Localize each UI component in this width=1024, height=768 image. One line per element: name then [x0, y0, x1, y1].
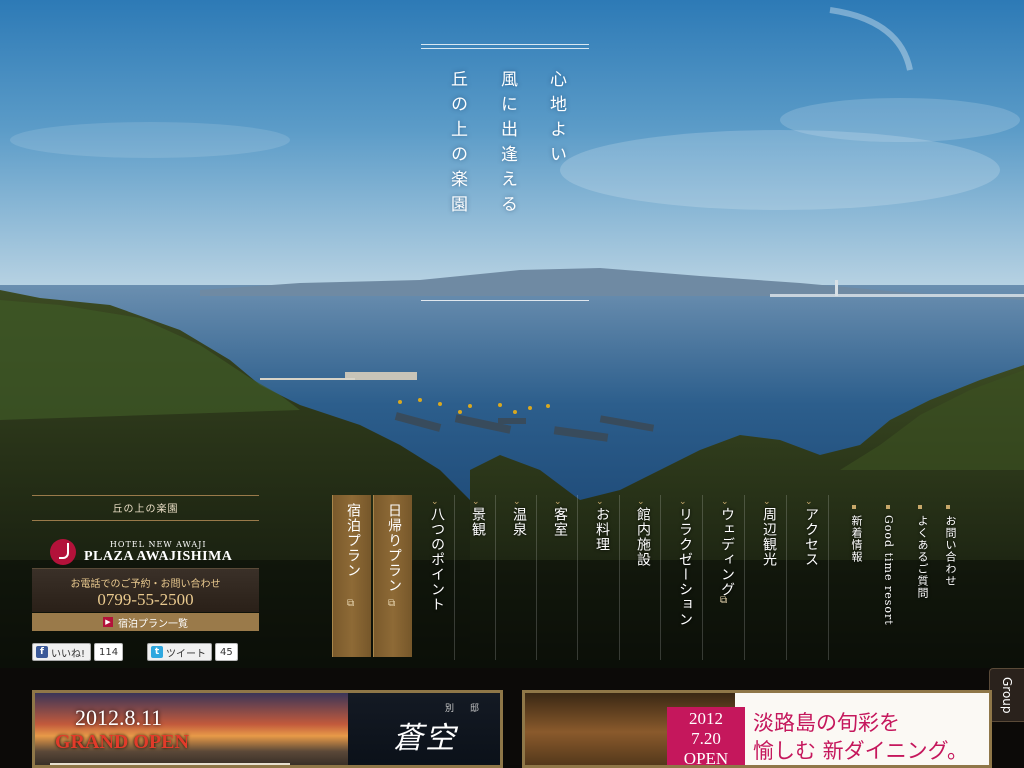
ribbon-year: 2012 [689, 709, 723, 728]
nav-eight-points-label: 八つのポイント [429, 507, 445, 612]
nav-divider [577, 495, 578, 660]
banner-caption-bar [50, 763, 290, 765]
nav-scenery-label: 景観 [470, 507, 486, 537]
hotel-logo-block[interactable]: 丘の上の楽園 HOTEL NEW AWAJI PLAZA AWAJISHIMA [32, 495, 259, 573]
nav-day-plans[interactable]: 日帰りプラン ⧉ [373, 495, 412, 657]
tweet-label: ツイート [166, 648, 206, 660]
ribbon-date: 7.20 [691, 729, 721, 748]
plans-list-link[interactable]: ▶ 宿泊プラン一覧 [32, 613, 259, 631]
tagline-line-1: 心地よい [546, 70, 566, 170]
open-date-ribbon: 2012 7.20 OPEN [667, 707, 745, 768]
chevron-down-icon: ⌄ [805, 497, 813, 507]
ribbon-open: OPEN [683, 749, 729, 768]
nav-relaxation-label: リラクゼーション [677, 507, 693, 627]
tagline-rule-top [421, 44, 589, 45]
logo-sub-2: 邸 [470, 704, 480, 714]
nav-divider [536, 495, 537, 660]
logo-soku: 蒼空 [393, 721, 457, 756]
nav-facilities-label: 館内施設 [635, 507, 651, 567]
tweet-button[interactable]: t ツイート [147, 643, 212, 661]
nav-day-plans-label: 日帰りプラン [386, 503, 402, 593]
chevron-down-icon: ⌄ [472, 497, 480, 507]
chevron-down-icon: ⌄ [554, 497, 562, 507]
nav-stay-plans-label: 宿泊プラン [345, 503, 361, 578]
nav-divider [744, 495, 745, 660]
banner-new-dining[interactable]: 2012 7.20 OPEN 淡路島の旬彩を 愉しむ 新ダイニング。 [522, 690, 992, 768]
nav-stay-plans[interactable]: 宿泊プラン ⧉ [332, 495, 371, 657]
arrow-right-icon: ▶ [103, 617, 113, 627]
nav-divider [454, 495, 455, 660]
nav-divider [786, 495, 787, 660]
side-link-news-label: 新着情報 [850, 515, 863, 563]
nav-access-label: アクセス [803, 507, 819, 567]
logo-caption: 丘の上の楽園 [112, 504, 179, 515]
bullet-icon [852, 505, 856, 509]
tagline-line-3: 丘の上の楽園 [447, 70, 467, 220]
nav-cuisine[interactable]: ⌄ お料理 [580, 495, 620, 660]
nav-cuisine-label: お料理 [594, 507, 610, 552]
group-tab[interactable]: Group [989, 668, 1024, 722]
nav-wedding[interactable]: ⌄ ウェディング ⧉ [705, 495, 745, 660]
nav-divider [828, 495, 829, 660]
nav-facilities[interactable]: ⌄ 館内施設 [621, 495, 661, 660]
external-link-icon: ⧉ [347, 598, 355, 609]
facebook-icon: f [36, 646, 48, 658]
banner-headline-2: 愉しむ 新ダイニング。 [753, 739, 968, 763]
nav-access[interactable]: ⌄ アクセス [789, 495, 829, 660]
phone-label: お電話でのご予約・お問い合わせ [70, 579, 221, 590]
chevron-down-icon: ⌄ [637, 497, 645, 507]
nav-sightseeing[interactable]: ⌄ 周辺観光 [747, 495, 787, 660]
nav-rooms[interactable]: ⌄ 客室 [538, 495, 578, 660]
nav-scenery[interactable]: ⌄ 景観 [456, 495, 496, 660]
facebook-like[interactable]: f いいね! 114 [32, 642, 124, 662]
tagline-rule-bottom [421, 300, 589, 301]
bullet-icon [918, 505, 922, 509]
soku-logo: 別 邸 蒼空 [348, 693, 500, 765]
nav-divider [495, 495, 496, 660]
chevron-down-icon: ⌄ [763, 497, 771, 507]
chevron-down-icon: ⌄ [431, 497, 439, 507]
nav-wedding-label: ウェディング [719, 507, 735, 597]
hotel-logo-icon [50, 539, 76, 565]
banner-grand-open-text: GRAND OPEN [55, 731, 189, 753]
chevron-down-icon: ⌄ [596, 497, 604, 507]
tweet-count: 45 [215, 643, 238, 661]
nav-relaxation[interactable]: ⌄ リラクゼーション [663, 495, 703, 660]
nav-divider [702, 495, 703, 660]
nav-rooms-label: 客室 [552, 507, 568, 537]
like-label: いいね! [51, 648, 86, 660]
group-tab-label: Group [1000, 677, 1014, 714]
nav-divider [619, 495, 620, 660]
external-link-icon: ⧉ [720, 595, 728, 606]
external-link-icon: ⧉ [388, 598, 396, 609]
nav-hot-spring-label: 温泉 [511, 507, 527, 537]
side-link-contact-label: お問い合わせ [944, 515, 957, 587]
twitter-icon: t [151, 646, 163, 658]
logo-hotel-new-awaji: HOTEL NEW AWAJI [109, 539, 207, 549]
banner-date: 2012.8.11 [75, 705, 163, 730]
nav-sightseeing-label: 周辺観光 [761, 507, 777, 567]
banner-headline-1: 淡路島の旬彩を [753, 711, 900, 735]
facebook-like-button[interactable]: f いいね! [32, 643, 92, 661]
phone-number[interactable]: 0799-55-2500 [32, 590, 259, 610]
like-count: 114 [94, 643, 124, 661]
logo-plaza-awajishima: PLAZA AWAJISHIMA [84, 548, 233, 564]
tagline-rule-top-2 [421, 48, 589, 49]
chevron-down-icon: ⌄ [513, 497, 521, 507]
nav-hot-spring[interactable]: ⌄ 温泉 [497, 495, 537, 660]
phone-contact-box: お電話でのご予約・お問い合わせ 0799-55-2500 [32, 568, 259, 612]
chevron-down-icon: ⌄ [679, 497, 687, 507]
twitter-tweet[interactable]: t ツイート 45 [147, 642, 238, 662]
plans-list-label: 宿泊プラン一覧 [118, 618, 188, 630]
side-link-faq-label: よくあるご質問 [916, 515, 929, 599]
logo-main[interactable]: HOTEL NEW AWAJI PLAZA AWAJISHIMA [32, 521, 259, 573]
chevron-down-icon: ⌄ [721, 497, 729, 507]
nav-eight-points[interactable]: ⌄ 八つのポイント [415, 495, 455, 660]
nav-divider [660, 495, 661, 660]
bullet-icon [886, 505, 890, 509]
side-link-good-time-resort-label: Good time resort [882, 515, 895, 626]
banner-grand-open[interactable]: 2012.8.11 GRAND OPEN 別 邸 蒼空 [32, 690, 503, 768]
tagline-line-2: 風に出逢える [497, 70, 517, 220]
bullet-icon [946, 505, 950, 509]
